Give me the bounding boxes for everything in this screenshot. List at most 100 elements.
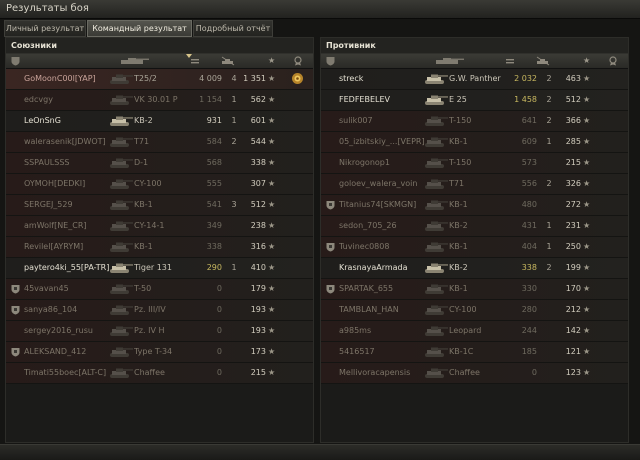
xp-column-star-icon[interactable]: ★ bbox=[268, 56, 275, 66]
squad-badge-icon bbox=[326, 285, 335, 294]
table-row[interactable]: LeOnSnG KB-2 931 1 601 ★ bbox=[6, 111, 313, 132]
table-row[interactable]: Nikrogonop1 T-150 573 215 ★ bbox=[321, 153, 628, 174]
tank-name: CY-14-1 bbox=[134, 221, 165, 230]
damage-value: 290 bbox=[206, 263, 222, 272]
xp-star-icon: ★ bbox=[268, 347, 276, 356]
table-row[interactable]: streck G.W. Panther 2 032 2 463 ★ bbox=[321, 69, 628, 90]
table-row[interactable]: 05_izbitskiy_...[VEPR] KB-1 609 1 285 ★ bbox=[321, 132, 628, 153]
damage-value: 0 bbox=[216, 347, 222, 356]
table-row[interactable]: sedon_705_26 KB-2 431 1 231 ★ bbox=[321, 216, 628, 237]
xp-value: 366 bbox=[565, 116, 581, 125]
xp-star-icon: ★ bbox=[268, 95, 276, 104]
tank-column-icon[interactable] bbox=[118, 56, 152, 66]
xp-value: 338 bbox=[250, 158, 266, 167]
kills-value: 2 bbox=[546, 95, 552, 104]
tank-name: T-150 bbox=[449, 158, 472, 167]
damage-column-icon[interactable] bbox=[190, 56, 200, 66]
table-row[interactable]: SERGEJ_529 KB-1 541 3 512 ★ bbox=[6, 195, 313, 216]
tank-icon bbox=[110, 347, 133, 357]
table-row[interactable]: Timati55boec[ALT-C] Chaffee 0 215 ★ bbox=[6, 363, 313, 384]
squad-badge-icon bbox=[326, 243, 335, 252]
xp-star-icon: ★ bbox=[583, 263, 591, 272]
squad-column-icon[interactable] bbox=[11, 56, 20, 66]
table-row[interactable]: KrasnayaArmada KB-2 338 2 199 ★ bbox=[321, 258, 628, 279]
squad-column-icon[interactable] bbox=[326, 56, 335, 66]
damage-value: 185 bbox=[521, 347, 537, 356]
table-row[interactable]: OYMOH[DEDKI] CY-100 555 307 ★ bbox=[6, 174, 313, 195]
player-name: FEDFEBELEV bbox=[339, 95, 390, 104]
table-row[interactable]: sergey2016_rusu Pz. IV H 0 193 ★ bbox=[6, 321, 313, 342]
table-row[interactable]: a985ms Leopard 244 142 ★ bbox=[321, 321, 628, 342]
table-row[interactable]: Titanius74[SKMGN] KB-1 480 272 ★ bbox=[321, 195, 628, 216]
tank-name: G.W. Panther bbox=[449, 74, 501, 83]
damage-column-icon[interactable] bbox=[505, 56, 515, 66]
xp-star-icon: ★ bbox=[583, 116, 591, 125]
table-row[interactable]: TAMBLAN_HAN CY-100 280 212 ★ bbox=[321, 300, 628, 321]
tank-name: CY-100 bbox=[449, 305, 477, 314]
kills-value bbox=[228, 153, 240, 173]
table-row[interactable]: sulik007 T-150 641 2 366 ★ bbox=[321, 111, 628, 132]
xp-value: 544 bbox=[250, 137, 266, 146]
kills-value: 2 bbox=[546, 74, 552, 83]
xp-star-icon: ★ bbox=[583, 158, 591, 167]
table-row[interactable]: GoMoonC00l[YAP] T25/2 4 009 4 1 351 ★ bbox=[6, 69, 313, 90]
table-row[interactable]: SSPAULSSS D-1 568 338 ★ bbox=[6, 153, 313, 174]
table-row[interactable]: amWolf[NE_CR] CY-14-1 349 238 ★ bbox=[6, 216, 313, 237]
tank-name: Pz. III/IV bbox=[134, 305, 166, 314]
table-row[interactable]: goloev_walera_voin T71 556 2 326 ★ bbox=[321, 174, 628, 195]
medal-icon[interactable] bbox=[291, 72, 304, 85]
xp-star-icon: ★ bbox=[583, 284, 591, 293]
tank-icon bbox=[110, 326, 133, 336]
kills-column-icon[interactable] bbox=[221, 56, 235, 66]
xp-value: 326 bbox=[565, 179, 581, 188]
tank-column-icon[interactable] bbox=[433, 56, 467, 66]
enemies-title: Противник bbox=[321, 38, 628, 54]
window-titlebar: Результаты боя bbox=[0, 0, 640, 19]
tank-name: Tiger 131 bbox=[134, 263, 172, 272]
table-row[interactable]: 5416517 KB-1C 185 121 ★ bbox=[321, 342, 628, 363]
xp-column-star-icon[interactable]: ★ bbox=[583, 56, 590, 66]
xp-value: 410 bbox=[250, 263, 266, 272]
table-row[interactable]: edcvgy VK 30.01 P 1 154 1 562 ★ bbox=[6, 90, 313, 111]
kills-value bbox=[228, 300, 240, 320]
kills-value bbox=[543, 153, 555, 173]
table-row[interactable]: ALEKSAND_412 Type T-34 0 173 ★ bbox=[6, 342, 313, 363]
table-row[interactable]: Tuvinec0808 KB-1 404 1 250 ★ bbox=[321, 237, 628, 258]
xp-value: 250 bbox=[565, 242, 581, 251]
tank-name: T71 bbox=[449, 179, 465, 188]
medals-column-icon[interactable] bbox=[608, 56, 618, 66]
table-row[interactable]: 45vavan45 T-50 0 179 ★ bbox=[6, 279, 313, 300]
table-row[interactable]: sanya86_104 Pz. III/IV 0 193 ★ bbox=[6, 300, 313, 321]
medals-column-icon[interactable] bbox=[293, 56, 303, 66]
tank-name: CY-100 bbox=[134, 179, 162, 188]
damage-value: 349 bbox=[206, 221, 222, 230]
xp-value: 215 bbox=[565, 158, 581, 167]
damage-value: 244 bbox=[521, 326, 537, 335]
tank-icon bbox=[110, 305, 133, 315]
table-row[interactable]: paytero4ki_55[PA-TR] Tiger 131 290 1 410 ★ bbox=[6, 258, 313, 279]
table-row[interactable]: FEDFEBELEV E 25 1 458 2 512 ★ bbox=[321, 90, 628, 111]
table-row[interactable]: Revilel[AYRYM] KB-1 338 316 ★ bbox=[6, 237, 313, 258]
player-name: paytero4ki_55[PA-TR] bbox=[24, 263, 110, 272]
tank-name: T-50 bbox=[134, 284, 152, 293]
kills-column-icon[interactable] bbox=[536, 56, 550, 66]
xp-star-icon: ★ bbox=[583, 95, 591, 104]
tank-icon bbox=[110, 74, 133, 84]
tank-icon bbox=[425, 347, 448, 357]
table-row[interactable]: walerasenik[JDWOT] T71 584 2 544 ★ bbox=[6, 132, 313, 153]
tab-personal-result[interactable]: Личный результат bbox=[4, 20, 86, 37]
player-name: 45vavan45 bbox=[24, 284, 69, 293]
allies-column-header: ★ bbox=[6, 54, 313, 69]
enemies-panel: Противник ★ streck G.W. Panther 2 032 2 463 ★… bbox=[320, 37, 629, 443]
tab-team-result[interactable]: Командный результат bbox=[87, 20, 192, 37]
table-row[interactable]: Mellivoracapensis Chaffee 0 123 ★ bbox=[321, 363, 628, 384]
kills-value: 1 bbox=[546, 242, 552, 251]
xp-value: 512 bbox=[565, 95, 581, 104]
tank-icon bbox=[110, 137, 133, 147]
player-name: Timati55boec[ALT-C] bbox=[24, 368, 107, 377]
xp-star-icon: ★ bbox=[268, 284, 276, 293]
kills-value bbox=[543, 321, 555, 341]
table-row[interactable]: SPARTAK_655 KB-1 330 170 ★ bbox=[321, 279, 628, 300]
tab-detailed-report[interactable]: Подробный отчёт bbox=[193, 20, 273, 37]
tank-name: KB-1 bbox=[449, 284, 468, 293]
